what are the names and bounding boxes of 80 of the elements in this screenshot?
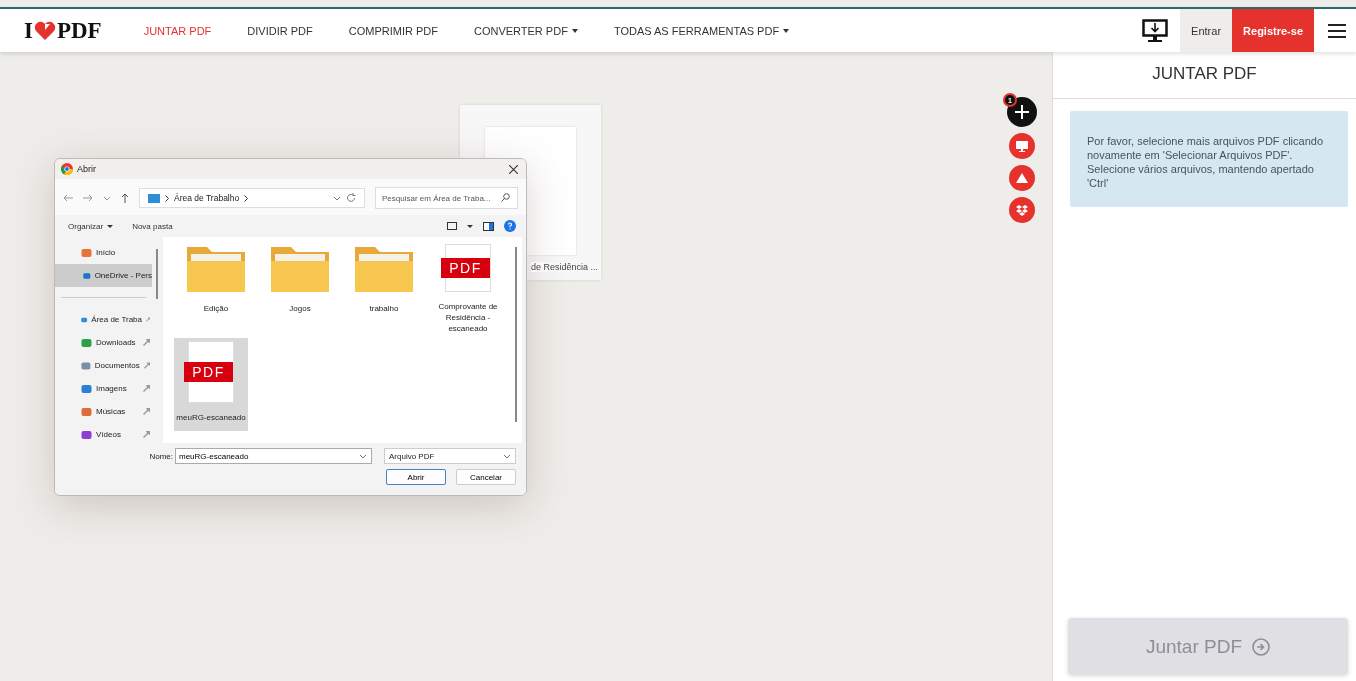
file-name: meuRG-escaneado xyxy=(176,412,246,423)
drive-icon xyxy=(1016,172,1028,184)
file-item[interactable]: Jogos xyxy=(258,241,342,334)
folder-icon xyxy=(270,244,330,294)
monitor-icon xyxy=(1016,140,1028,152)
add-file-button[interactable] xyxy=(1007,97,1037,127)
nav-link[interactable]: CONVERTER PDF xyxy=(473,24,578,37)
refresh-icon[interactable] xyxy=(346,193,356,203)
login-button[interactable]: Entrar xyxy=(1180,9,1233,52)
chevron-down-icon[interactable] xyxy=(333,195,341,201)
computer-upload-button[interactable] xyxy=(1009,133,1035,159)
sidebar-item[interactable]: Músicas xyxy=(55,400,152,423)
signup-button[interactable]: Registre-se xyxy=(1232,9,1314,52)
search-icon xyxy=(501,193,510,202)
file-name: Jogos xyxy=(288,303,312,314)
folder-icon xyxy=(186,244,246,294)
chevron-down-icon[interactable] xyxy=(103,195,111,201)
search-field[interactable]: Pesquisar em Área de Traba... xyxy=(375,187,518,209)
folder-location-icon xyxy=(81,247,92,258)
folder-location-icon xyxy=(81,406,92,417)
sidebar-item[interactable]: Downloads xyxy=(55,331,152,354)
nav-link[interactable]: DIVIDIR PDF xyxy=(247,24,313,37)
help-icon[interactable] xyxy=(504,220,516,232)
panel-title: JUNTAR PDF xyxy=(1053,52,1356,99)
organize-menu-button[interactable]: Organizar xyxy=(65,221,120,231)
folder-location-icon xyxy=(81,360,91,371)
sidebar-item[interactable]: OneDrive - Pers xyxy=(55,264,152,287)
folder-icon xyxy=(354,244,414,294)
nav-link[interactable]: COMPRIMIR PDF xyxy=(348,24,438,37)
arrow-circle-icon xyxy=(1252,637,1271,656)
folder-location-icon xyxy=(81,337,92,348)
file-item[interactable]: trabalho xyxy=(342,241,426,334)
chevron-down-icon xyxy=(503,453,511,459)
folder-location-icon xyxy=(81,383,92,394)
folder-location-icon xyxy=(81,429,92,440)
close-icon[interactable] xyxy=(509,164,518,174)
sidebar-item[interactable]: Área de Traba xyxy=(55,308,152,331)
file-item[interactable]: PDF meuRG-escaneado xyxy=(174,338,248,431)
desktop-icon xyxy=(148,193,160,203)
dropbox-upload-button[interactable] xyxy=(1009,197,1035,223)
menu-icon[interactable] xyxy=(1328,22,1346,39)
file-name-label: Nome: xyxy=(149,451,173,461)
view-mode-icon[interactable] xyxy=(447,221,457,231)
caret-icon[interactable] xyxy=(467,224,473,228)
address-bar[interactable]: Área de Trabalho xyxy=(139,188,365,208)
address-path: Área de Trabalho xyxy=(174,193,240,203)
folder-location-icon xyxy=(83,270,91,281)
file-name-field[interactable]: meuRG-escaneado xyxy=(175,448,372,464)
sidebar-item[interactable]: Vídeos xyxy=(55,423,152,446)
forward-arrow-icon[interactable] xyxy=(83,194,93,202)
nav-link[interactable]: TODAS AS FERRAMENTAS PDF xyxy=(613,24,790,37)
open-button[interactable]: Abrir xyxy=(386,469,446,485)
drive-upload-button[interactable] xyxy=(1009,165,1035,191)
up-arrow-icon[interactable] xyxy=(121,193,129,203)
cancel-button[interactable]: Cancelar xyxy=(456,469,516,485)
dropbox-icon xyxy=(1016,204,1028,216)
dialog-title: Abrir xyxy=(77,164,96,174)
breadcrumb-separator-icon xyxy=(244,194,249,202)
caret-icon xyxy=(107,224,114,228)
breadcrumb-separator-icon xyxy=(165,194,169,202)
desktop-download-icon[interactable] xyxy=(1142,18,1169,43)
sidebar-item[interactable]: Imagens xyxy=(55,377,152,400)
browser-icon xyxy=(61,163,73,175)
plus-icon xyxy=(1015,105,1029,119)
file-name: Edição xyxy=(202,303,230,314)
preview-pane-icon[interactable] xyxy=(483,221,494,231)
file-name: trabalho xyxy=(368,303,400,314)
sidebar-item[interactable]: Documentos xyxy=(55,354,152,377)
new-folder-button[interactable]: Nova pasta xyxy=(129,221,179,231)
file-name: de Residência ... xyxy=(530,262,598,272)
nav-link[interactable]: JUNTAR PDF xyxy=(143,24,212,37)
sidebar-item[interactable]: Início xyxy=(55,241,152,264)
logo[interactable]: I PDF xyxy=(24,17,102,44)
file-name: Comprovante de Residência - escaneado xyxy=(437,301,499,334)
heart-icon xyxy=(33,20,56,41)
file-item[interactable]: Edição xyxy=(174,241,258,334)
chevron-down-icon xyxy=(359,454,367,459)
back-arrow-icon[interactable] xyxy=(63,194,73,202)
info-message: Por favor, selecione mais arquivos PDF clicando novamente em 'Selecionar Arquivos PDF'. Selecione vários arquivos, mantendo apertado 'Ctrl' xyxy=(1070,111,1348,207)
file-type-dropdown[interactable]: Arquivo PDF xyxy=(384,448,516,464)
